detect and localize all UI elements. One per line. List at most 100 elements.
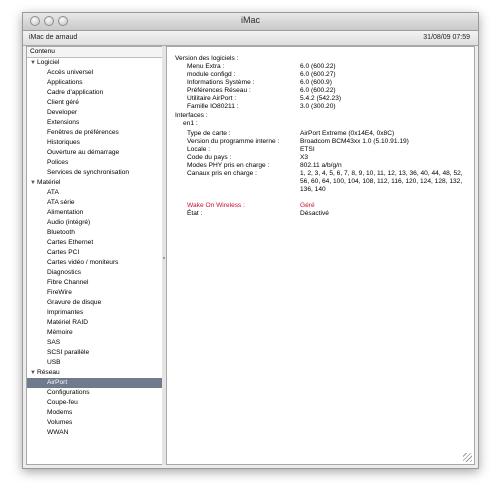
sidebar-item[interactable]: Imprimantes [27,308,162,318]
property-label: Version du programme interne : [187,138,280,145]
splitter-handle[interactable] [163,257,165,259]
sidebar-category[interactable]: ▼ Réseau [27,368,162,378]
sidebar-item-label: Modems [47,409,73,416]
property-row: Modes PHY pris en charge : 802.11 a/b/g/n [167,162,474,170]
sidebar-item-label: Cartes vidéo / moniteurs [47,259,119,266]
sidebar-item-label: AirPort [47,379,68,386]
property-label: module configd : [187,71,236,78]
contents-sidebar[interactable]: Contenu ▼ Logiciel Accès universel Applicat… [26,46,163,465]
sidebar-item-label: Gravure de disque [47,299,102,306]
disclosure-triangle-icon[interactable]: ▼ [30,178,36,188]
property-value: ETSI [300,146,315,153]
sidebar-item-label: Configurations [47,389,90,396]
property-row: Famille IO80211 : 3.0 (300.20) [167,103,474,111]
property-label: Type de carte : [187,130,231,137]
sidebar-item-label: ATA série [47,199,75,206]
sidebar-item-label: Bluetooth [47,229,75,236]
sidebar-item-label: Accès universel [47,69,94,76]
sidebar-item[interactable]: ATA série [27,198,162,208]
sidebar-item[interactable]: Accès universel [27,68,162,78]
sidebar-item[interactable]: Alimentation [27,208,162,218]
sidebar-item-label: Matériel RAID [47,319,89,326]
property-row: Type de carte : AirPort Extreme (0x14E4, … [167,130,474,138]
sidebar-item[interactable]: Modems [27,408,162,418]
sidebar-item[interactable]: ATA [27,188,162,198]
sidebar-item[interactable]: Developer [27,108,162,118]
property-value: 802.11 a/b/g/n [300,162,342,169]
sidebar-item[interactable]: SAS [27,338,162,348]
property-value: Broadcom BCM43xx 1.0 (5.10.91.19) [300,138,409,145]
state-row: État : Désactivé [167,210,474,218]
sidebar-item[interactable]: Applications [27,78,162,88]
property-label: Locale : [187,146,211,153]
sidebar-item[interactable]: AirPort [27,378,162,388]
sidebar-item[interactable]: Services de synchronisation [27,168,162,178]
sidebar-item-label: Diagnostics [47,269,82,276]
sidebar-item-label: Ouverture au démarrage [47,149,120,156]
sidebar-item-label: Historiques [47,139,80,146]
sidebar-item-label: USB [47,359,61,366]
sidebar-item-label: Polices [47,159,69,166]
property-value: 6.0 (600.27) [300,71,336,78]
sidebar-item[interactable]: FireWire [27,288,162,298]
sidebar-item[interactable]: Extensions [27,118,162,128]
property-row: module configd : 6.0 (600.27) [167,71,474,79]
sidebar-item[interactable]: SCSI parallèle [27,348,162,358]
sidebar-item[interactable]: Bluetooth [27,228,162,238]
sidebar-item[interactable]: Configurations [27,388,162,398]
sidebar-item[interactable]: Cartes Ethernet [27,238,162,248]
state-value: Désactivé [300,210,329,217]
sidebar-item[interactable]: Cadre d'application [27,88,162,98]
sidebar-item[interactable]: Cartes vidéo / moniteurs [27,258,162,268]
sidebar-item-label: Volumes [47,419,73,426]
sidebar-item[interactable]: Diagnostics [27,268,162,278]
sidebar-item-label: Alimentation [47,209,84,216]
sidebar-item[interactable]: Mémoire [27,328,162,338]
sidebar-item[interactable]: Coupe-feu [27,398,162,408]
sidebar-item[interactable]: Fenêtres de préférences [27,128,162,138]
sidebar-item[interactable]: Historiques [27,138,162,148]
sidebar-item[interactable]: Ouverture au démarrage [27,148,162,158]
sidebar-item[interactable]: Gravure de disque [27,298,162,308]
state-label: État : [187,210,203,217]
sidebar-item[interactable]: WWAN [27,428,162,438]
sidebar-item-label: ATA [47,189,59,196]
report-timestamp: 31/08/09 07:59 [423,34,470,41]
sidebar-item[interactable]: Volumes [27,418,162,428]
sidebar-item[interactable]: Matériel RAID [27,318,162,328]
sidebar-item-label: Cadre d'application [47,89,104,96]
property-value: 6.0 (600.9) [300,79,332,86]
sidebar-category[interactable]: ▼ Matériel [27,178,162,188]
sidebar-item[interactable]: Client géré [27,98,162,108]
sidebar-item-label: FireWire [47,289,72,296]
sidebar-header[interactable]: Contenu [27,47,162,58]
section-label: Version des logiciels : [175,55,239,62]
property-label: Modes PHY pris en charge : [187,162,270,169]
property-value: X3 [300,154,309,161]
sidebar-category-label: Réseau [37,369,60,376]
disclosure-triangle-icon[interactable]: ▼ [30,368,36,378]
sidebar-item-label: Applications [47,79,83,86]
sidebar-category-label: Logiciel [37,59,60,66]
disclosure-triangle-icon[interactable]: ▼ [30,58,36,68]
sidebar-category[interactable]: ▼ Logiciel [27,58,162,68]
property-label: Préférences Réseau : [187,87,251,94]
sidebar-item[interactable]: Audio (intégré) [27,218,162,228]
detail-pane: Version des logiciels : Menu Extra : 6.0 … [166,46,475,465]
sidebar-item[interactable]: Polices [27,158,162,168]
contents-tree: ▼ Logiciel Accès universel Applications Cadr… [27,58,162,438]
property-row: Utilitaire AirPort : 5.4.2 (542.23) [167,95,474,103]
sidebar-item[interactable]: Cartes PCI [27,248,162,258]
sidebar-item[interactable]: USB [27,358,162,368]
interface-label: en1 : [183,120,198,127]
sidebar-item-label: Coupe-feu [47,399,78,406]
property-row: Locale : ETSI [167,146,474,154]
property-value: 3.0 (300.20) [300,103,336,110]
sidebar-item[interactable]: Fibre Channel [27,278,162,288]
sidebar-item-label: Fenêtres de préférences [47,129,119,136]
resize-grip[interactable] [463,453,472,462]
title-bar[interactable]: iMac [23,13,478,31]
sidebar-item-label: Cartes Ethernet [47,239,94,246]
window-title: iMac [240,15,260,25]
sidebar-item-label: SAS [47,339,61,346]
